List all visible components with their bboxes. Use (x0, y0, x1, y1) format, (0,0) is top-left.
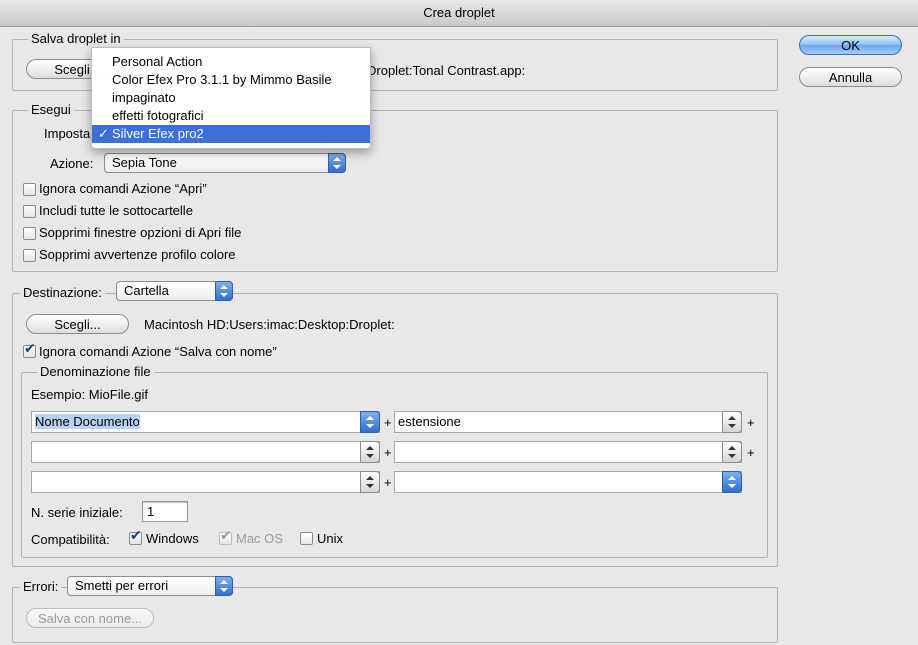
menu-item-personal-action[interactable]: Personal Action (92, 53, 370, 71)
errors-popup-value: Smetti per errori (75, 578, 169, 593)
action-popup-value: Sepia Tone (112, 155, 177, 170)
serial-label: N. serie iniziale: (31, 505, 123, 520)
errors-popup[interactable]: Smetti per errori (67, 576, 233, 596)
save-in-path: Droplet:Tonal Contrast.app: (367, 63, 526, 78)
suppress-open-options-checkbox[interactable] (23, 227, 36, 240)
window-title: Crea droplet (0, 0, 918, 27)
unix-checkbox[interactable] (300, 532, 313, 545)
save-in-legend: Salva droplet in (28, 31, 124, 47)
errors-save-as-button: Salva con nome... (26, 608, 154, 628)
naming-field-2-right[interactable] (394, 441, 742, 463)
destination-popup-value: Cartella (124, 283, 169, 298)
updown-arrows-icon (360, 411, 380, 433)
updown-arrows-icon (722, 471, 742, 493)
suppress-profile-warnings-label: Sopprimi avvertenze profilo colore (39, 247, 236, 262)
macos-checkbox (219, 528, 232, 545)
plus-sign: + (384, 445, 392, 460)
updown-arrows-icon (722, 441, 742, 463)
ignore-open-label: Ignora comandi Azione “Apri” (39, 181, 207, 196)
windows-checkbox[interactable] (129, 528, 142, 545)
file-naming-legend: Denominazione file (37, 364, 154, 380)
suppress-profile-warnings-checkbox[interactable] (23, 249, 36, 262)
play-legend: Esegui (28, 102, 74, 118)
menu-item-silver-efex[interactable]: ✓ Silver Efex pro2 (92, 125, 370, 143)
override-save-as-label: Ignora comandi Azione “Salva con nome” (39, 344, 277, 359)
compatibility-label: Compatibilità: (31, 532, 110, 547)
naming-field-3-left[interactable] (31, 471, 380, 493)
errors-label: Errori: (20, 579, 62, 595)
destination-choose-button[interactable]: Scegli... (26, 314, 129, 334)
destination-label: Destinazione: (20, 285, 105, 301)
cancel-button[interactable]: Annulla (799, 67, 902, 87)
set-label: Imposta (44, 126, 91, 141)
serial-input[interactable]: 1 (142, 501, 188, 522)
naming-example: Esempio: MioFile.gif (31, 387, 149, 402)
naming-field-1-right-value: estensione (398, 414, 461, 429)
action-popup[interactable]: Sepia Tone (104, 153, 346, 173)
updown-arrows-icon (360, 441, 380, 463)
macos-label: Mac OS (236, 531, 283, 546)
include-subfolders-label: Includi tutte le sottocartelle (39, 203, 193, 218)
plus-sign: + (747, 445, 755, 460)
naming-field-1-left[interactable]: Nome Documento (31, 411, 380, 433)
updown-arrows-icon (328, 153, 346, 173)
menu-item-color-efex[interactable]: Color Efex Pro 3.1.1 by Mimmo Basile (92, 71, 370, 89)
updown-arrows-icon (215, 281, 233, 301)
destination-popup[interactable]: Cartella (116, 281, 233, 301)
naming-field-2-left[interactable] (31, 441, 380, 463)
plus-sign: + (747, 415, 755, 430)
suppress-open-options-label: Sopprimi finestre opzioni di Apri file (39, 225, 242, 240)
plus-sign: + (384, 415, 392, 430)
ok-button[interactable]: OK (799, 35, 902, 55)
naming-field-1-left-value: Nome Documento (35, 414, 140, 429)
action-label: Azione: (50, 156, 94, 171)
set-dropdown-menu[interactable]: Personal Action Color Efex Pro 3.1.1 by … (91, 47, 371, 149)
override-save-as-checkbox[interactable] (23, 341, 36, 358)
updown-arrows-icon (360, 471, 380, 493)
checkmark-icon: ✓ (98, 126, 109, 141)
plus-sign: + (384, 475, 392, 490)
updown-arrows-icon (215, 576, 233, 596)
include-subfolders-checkbox[interactable] (23, 205, 36, 218)
windows-label: Windows (146, 531, 199, 546)
menu-item-impaginato[interactable]: impaginato (92, 89, 370, 107)
updown-arrows-icon (722, 411, 742, 433)
ignore-open-checkbox[interactable] (23, 183, 36, 196)
naming-field-1-right[interactable]: estensione (394, 411, 742, 433)
naming-field-3-right[interactable] (394, 471, 742, 493)
destination-path: Macintosh HD:Users:imac:Desktop:Droplet: (144, 317, 395, 332)
unix-label: Unix (317, 531, 344, 546)
menu-item-effetti-fotografici[interactable]: effetti fotografici (92, 107, 370, 125)
